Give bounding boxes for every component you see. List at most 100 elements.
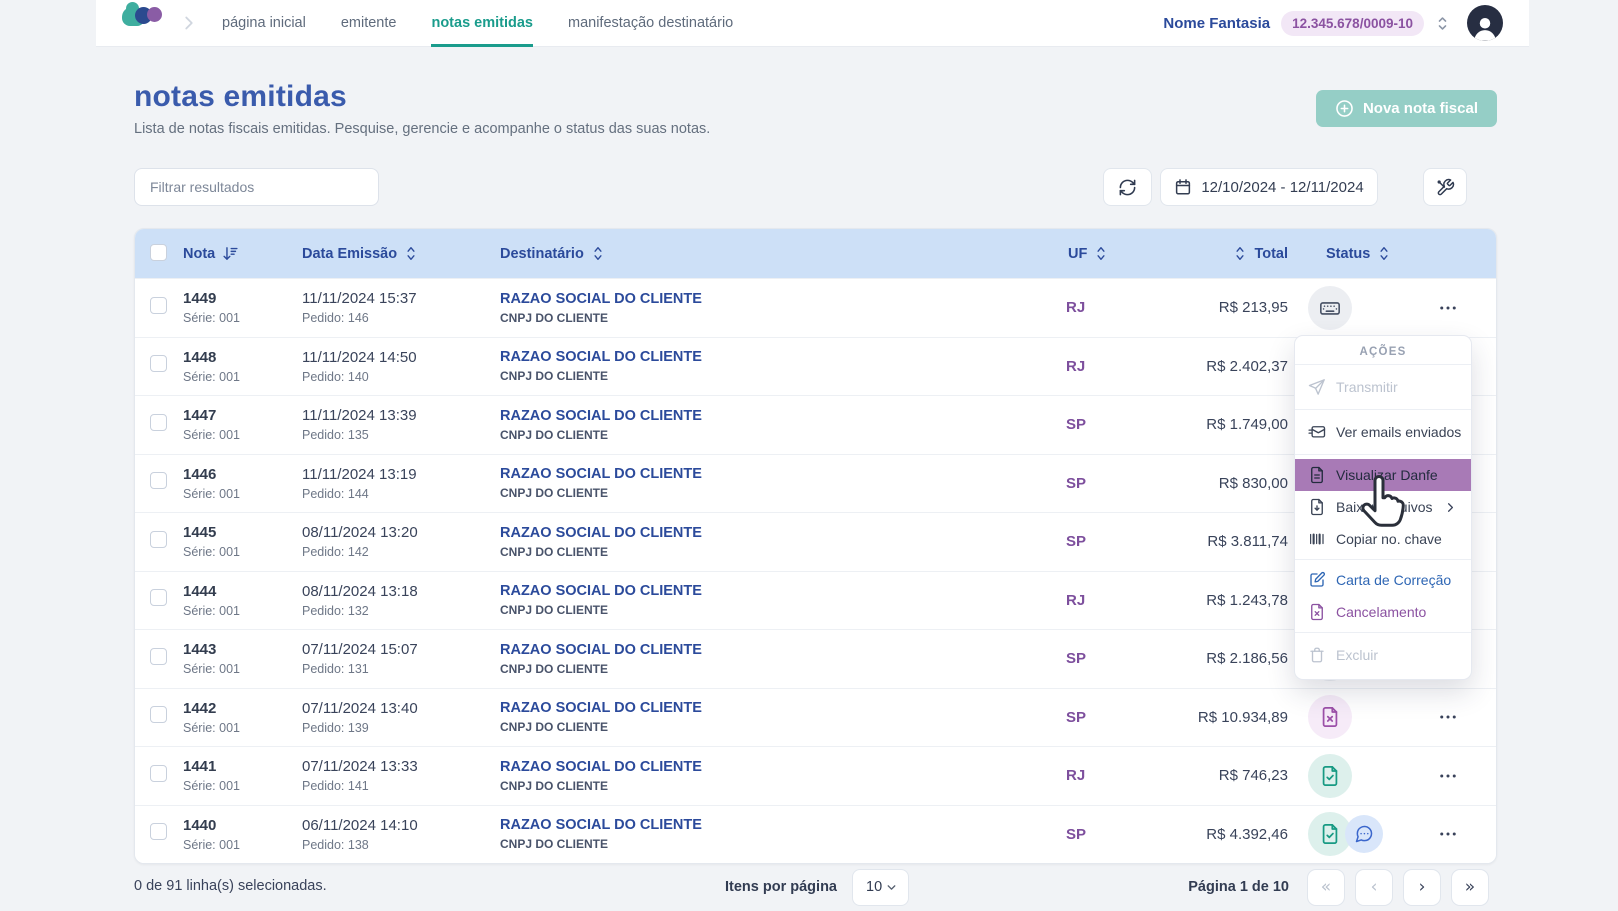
status-cancelled-icon	[1308, 695, 1352, 739]
row-checkbox[interactable]	[150, 414, 167, 431]
nav-item-pagina-inicial[interactable]: página inicial	[222, 0, 306, 47]
invoice-serie: Série: 001	[183, 779, 302, 793]
page-title: notas emitidas	[134, 80, 347, 114]
recipient-link[interactable]: RAZAO SOCIAL DO CLIENTE	[500, 525, 1058, 542]
column-header-nota[interactable]: Nota	[183, 245, 302, 262]
table-tools-button[interactable]	[1423, 168, 1467, 206]
tools-icon	[1436, 178, 1455, 197]
user-avatar[interactable]	[1467, 5, 1503, 41]
invoice-number: 1445	[183, 524, 302, 542]
row-checkbox[interactable]	[150, 297, 167, 314]
row-checkbox[interactable]	[150, 706, 167, 723]
invoice-serie: Série: 001	[183, 838, 302, 852]
plus-circle-icon	[1335, 99, 1354, 118]
previous-page-button[interactable]: ‹	[1355, 869, 1393, 906]
menu-item-visualizar-danfe[interactable]: Visualizar Danfe	[1295, 459, 1471, 491]
nav-item-emitente[interactable]: emitente	[341, 0, 397, 47]
table-row: 1442 Série: 001 07/11/2024 13:40 Pedido:…	[135, 688, 1496, 747]
new-invoice-button[interactable]: Nova nota fiscal	[1316, 90, 1497, 127]
row-actions-button[interactable]	[1434, 762, 1462, 790]
table-row: 1446 Série: 001 11/11/2024 13:19 Pedido:…	[135, 454, 1496, 513]
total-value: R$ 10.934,89	[1132, 709, 1288, 726]
row-actions-button[interactable]	[1434, 703, 1462, 731]
order-number: Pedido: 135	[302, 428, 500, 442]
total-value: R$ 213,95	[1132, 299, 1288, 316]
refresh-button[interactable]	[1103, 168, 1152, 206]
order-number: Pedido: 138	[302, 838, 500, 852]
order-number: Pedido: 146	[302, 311, 500, 325]
menu-item-label: Transmitir	[1336, 379, 1398, 395]
chevron-down-icon	[885, 881, 898, 894]
menu-item-baixar-arquivos[interactable]: Baixar arquivos	[1295, 491, 1471, 523]
mail-sent-icon	[1308, 423, 1326, 441]
sort-icon	[1233, 246, 1247, 261]
menu-item-ver-emails-enviados[interactable]: Ver emails enviados	[1295, 416, 1471, 448]
row-actions-button[interactable]	[1434, 820, 1462, 848]
menu-item-copiar-no-chave[interactable]: Copiar no. chave	[1295, 523, 1471, 555]
row-checkbox[interactable]	[150, 472, 167, 489]
recipient-link[interactable]: RAZAO SOCIAL DO CLIENTE	[500, 408, 1058, 425]
items-per-page-label: Itens por página	[725, 879, 837, 895]
items-per-page-select[interactable]: 10	[852, 869, 909, 906]
table-row: 1445 Série: 001 08/11/2024 13:20 Pedido:…	[135, 512, 1496, 571]
company-cnpj-badge: 12.345.678/0009-10	[1281, 11, 1424, 36]
date-range-button[interactable]: 12/10/2024 - 12/11/2024	[1160, 168, 1378, 206]
column-label: Destinatário	[500, 246, 584, 262]
invoice-number: 1446	[183, 466, 302, 484]
invoice-serie: Série: 001	[183, 487, 302, 501]
recipient-link[interactable]: RAZAO SOCIAL DO CLIENTE	[500, 466, 1058, 483]
total-value: R$ 830,00	[1132, 475, 1288, 492]
column-label: UF	[1068, 246, 1087, 262]
order-number: Pedido: 144	[302, 487, 500, 501]
page-subtitle: Lista de notas fiscais emitidas. Pesquis…	[134, 121, 710, 137]
filter-input[interactable]	[134, 168, 379, 206]
invoice-serie: Série: 001	[183, 311, 302, 325]
menu-item-cancelamento[interactable]: Cancelamento	[1295, 596, 1471, 628]
row-checkbox[interactable]	[150, 648, 167, 665]
menu-item-carta-de-correcao[interactable]: Carta de Correção	[1295, 564, 1471, 596]
recipient-link[interactable]: RAZAO SOCIAL DO CLIENTE	[500, 291, 1058, 308]
company-switcher-chevrons-icon[interactable]	[1435, 15, 1450, 32]
recipient-link[interactable]: RAZAO SOCIAL DO CLIENTE	[500, 583, 1058, 600]
invoice-number: 1447	[183, 407, 302, 425]
sort-desc-icon	[222, 245, 239, 262]
column-header-uf[interactable]: UF	[1058, 246, 1132, 262]
row-actions-button[interactable]	[1434, 294, 1462, 322]
recipient-link[interactable]: RAZAO SOCIAL DO CLIENTE	[500, 349, 1058, 366]
invoice-number: 1442	[183, 700, 302, 718]
column-header-destinatario[interactable]: Destinatário	[500, 246, 1058, 262]
column-header-total[interactable]: Total	[1132, 246, 1288, 262]
row-checkbox[interactable]	[150, 823, 167, 840]
recipient-link[interactable]: RAZAO SOCIAL DO CLIENTE	[500, 759, 1058, 776]
row-checkbox[interactable]	[150, 531, 167, 548]
row-checkbox[interactable]	[150, 589, 167, 606]
column-header-status[interactable]: Status	[1288, 246, 1496, 262]
column-header-data-emissao[interactable]: Data Emissão	[302, 246, 500, 262]
emission-date: 06/11/2024 14:10	[302, 817, 500, 835]
last-page-button[interactable]: »	[1451, 869, 1489, 906]
menu-item-transmitir[interactable]: Transmitir	[1295, 371, 1471, 403]
status-authorized-icon	[1308, 754, 1352, 798]
send-icon	[1308, 378, 1326, 396]
menu-item-excluir[interactable]: Excluir	[1295, 639, 1471, 671]
select-all-checkbox[interactable]	[150, 244, 167, 261]
first-page-button[interactable]: «	[1307, 869, 1345, 906]
company-name: Nome Fantasia	[1163, 15, 1270, 32]
recipient-link[interactable]: RAZAO SOCIAL DO CLIENTE	[500, 817, 1058, 834]
row-checkbox[interactable]	[150, 765, 167, 782]
uf-value: SP	[1058, 650, 1132, 667]
next-page-button[interactable]: ›	[1403, 869, 1441, 906]
invoice-number: 1441	[183, 758, 302, 776]
nav-item-notas-emitidas[interactable]: notas emitidas	[431, 0, 533, 47]
table-body: 1449 Série: 001 11/11/2024 15:37 Pedido:…	[135, 278, 1496, 863]
nav-item-manifestacao-destinatario[interactable]: manifestação destinatário	[568, 0, 733, 47]
invoice-serie: Série: 001	[183, 662, 302, 676]
recipient-link[interactable]: RAZAO SOCIAL DO CLIENTE	[500, 700, 1058, 717]
menu-item-label: Excluir	[1336, 647, 1378, 663]
total-value: R$ 1.243,78	[1132, 592, 1288, 609]
recipient-link[interactable]: RAZAO SOCIAL DO CLIENTE	[500, 642, 1058, 659]
app-logo-icon[interactable]	[122, 7, 166, 39]
invoice-number: 1443	[183, 641, 302, 659]
row-checkbox[interactable]	[150, 355, 167, 372]
order-number: Pedido: 131	[302, 662, 500, 676]
